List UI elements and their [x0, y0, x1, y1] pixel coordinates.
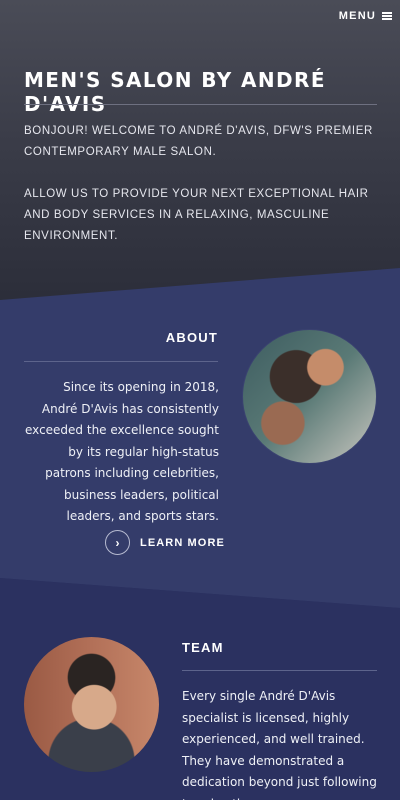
hero-intro-text: ALLOW US TO PROVIDE YOUR NEXT EXCEPTIONA… [24, 188, 369, 242]
menu-button[interactable]: MENU [339, 10, 392, 22]
hero-divider [24, 104, 377, 105]
hero-welcome-text: BONJOUR! WELCOME TO ANDRÉ D'AVIS, DFW'S … [24, 125, 373, 158]
learn-more-link[interactable]: › LEARN MORE [105, 530, 225, 555]
team-divider [182, 670, 377, 671]
learn-more-label[interactable]: LEARN MORE [140, 537, 225, 549]
page-title: MEN'S SALON BY ANDRÉ D'AVIS [24, 68, 326, 116]
about-divider [24, 361, 218, 362]
team-member-photo [24, 637, 159, 772]
about-text: Since its opening in 2018, André D'Avis … [25, 380, 219, 523]
about-heading: ABOUT [165, 330, 218, 345]
barber-photo [242, 329, 377, 464]
menu-label: MENU [338, 10, 376, 22]
team-text: Every single André D'Avis specialist is … [182, 689, 377, 800]
chevron-right-icon[interactable]: › [105, 530, 130, 555]
hamburger-icon [382, 12, 392, 20]
team-heading: TEAM [182, 640, 224, 655]
